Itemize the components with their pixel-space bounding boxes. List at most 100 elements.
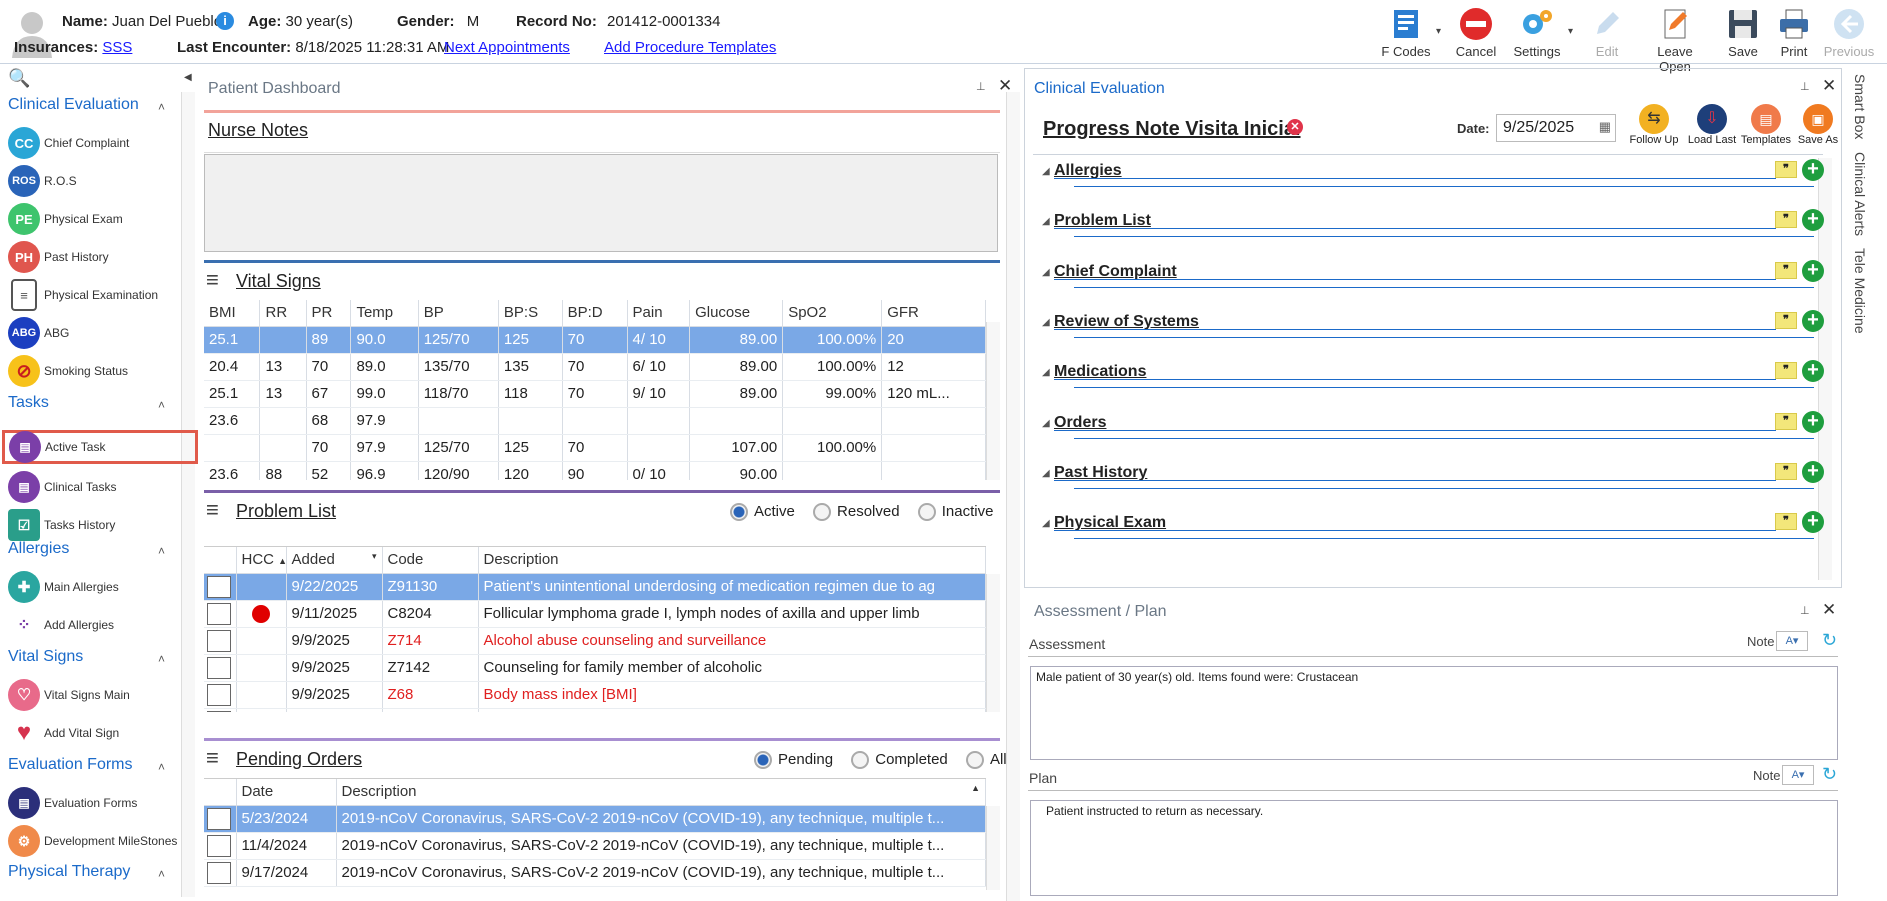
expand-triangle-icon[interactable]: ◢ xyxy=(1042,166,1050,177)
add-circle-icon[interactable]: + xyxy=(1802,209,1824,232)
row-checkbox[interactable] xyxy=(207,656,231,679)
remove-note-icon[interactable]: ✕ xyxy=(1287,119,1303,135)
leave-open-button[interactable]: Leave Open xyxy=(1640,2,1710,74)
expand-triangle-icon[interactable]: ◢ xyxy=(1042,267,1050,278)
templates-button[interactable]: ▤ Templates xyxy=(1736,104,1796,146)
expand-triangle-icon[interactable]: ◢ xyxy=(1042,518,1050,529)
chevron-up-icon[interactable]: ˄ xyxy=(158,100,165,114)
filter-pending-radio[interactable]: Pending xyxy=(754,751,833,770)
quote-icon[interactable]: ❞ xyxy=(1775,161,1797,178)
assessment-format-dropdown[interactable]: A▾ xyxy=(1776,631,1808,651)
dashboard-scrollbar[interactable] xyxy=(1006,92,1020,901)
pin-icon[interactable]: ⊥ xyxy=(976,80,986,93)
sidebar-item-clinical-tasks[interactable]: ▤ Clinical Tasks xyxy=(8,470,198,504)
assessment-textarea[interactable]: Male patient of 30 year(s) old. Items fo… xyxy=(1030,666,1838,760)
table-row[interactable]: 23.6 88 52 96.9 120/90 120 90 0/ 10 90.00 xyxy=(204,461,986,480)
quote-icon[interactable]: ❞ xyxy=(1775,513,1797,531)
section-tasks[interactable]: Tasks xyxy=(8,394,49,412)
hamburger-icon[interactable]: ≡ xyxy=(206,747,219,769)
filter-inactive-radio[interactable]: Inactive xyxy=(917,503,993,522)
row-checkbox[interactable] xyxy=(207,629,231,652)
problem-list-table[interactable]: HCC ▲ Added ▾ Code Description 9/22/2025… xyxy=(204,546,986,712)
filter-all-radio[interactable]: All xyxy=(965,751,1007,770)
table-row[interactable]: 5/23/2024 2019-nCoV Coronavirus, SARS-CoV… xyxy=(204,805,986,833)
row-checkbox[interactable] xyxy=(207,575,231,598)
vitals-column-header[interactable]: Temp xyxy=(350,300,419,327)
clinical-section-medications[interactable]: ◢ Medications ❞ + xyxy=(1040,359,1828,409)
pending-orders-table[interactable]: Date Description ▲ 5/23/2024 2019-nCoV Cor… xyxy=(204,778,986,890)
expand-triangle-icon[interactable]: ◢ xyxy=(1042,367,1050,378)
problem-scrollbar[interactable] xyxy=(986,574,1000,712)
expand-triangle-icon[interactable]: ◢ xyxy=(1042,418,1050,429)
fcodes-button[interactable]: F Codes xyxy=(1371,2,1441,62)
add-procedure-templates-link[interactable]: Add Procedure Templates xyxy=(604,39,776,56)
sidebar-item-add-vital-sign[interactable]: ♥ Add Vital Sign xyxy=(8,716,198,750)
follow-up-button[interactable]: ⇆ Follow Up xyxy=(1624,104,1684,146)
add-circle-icon[interactable]: + xyxy=(1802,360,1824,383)
plan-textarea[interactable]: Patient instructed to return as necessar… xyxy=(1030,800,1838,896)
tab-smart-box[interactable]: Smart Box xyxy=(1852,74,1868,139)
expand-triangle-icon[interactable]: ◢ xyxy=(1042,317,1050,328)
row-checkbox[interactable] xyxy=(207,683,231,706)
table-row[interactable]: 9/11/2025 C8204 Follicular lymphoma grade … xyxy=(204,600,986,628)
add-circle-icon[interactable]: + xyxy=(1802,511,1824,534)
table-row[interactable]: 9/9/2025 Z7142 Counseling for family membe… xyxy=(204,654,986,682)
sidebar-item-ros[interactable]: ROS R.O.S xyxy=(8,164,198,198)
insurance-link[interactable]: SSS xyxy=(102,39,132,56)
row-checkbox[interactable] xyxy=(207,602,231,625)
vitals-scrollbar[interactable] xyxy=(986,322,1000,480)
section-clinical-evaluation[interactable]: Clinical Evaluation xyxy=(8,96,139,114)
hamburger-icon[interactable]: ≡ xyxy=(206,499,219,521)
quote-icon[interactable]: ❞ xyxy=(1775,261,1797,279)
refresh-icon[interactable]: ↻ xyxy=(1822,630,1837,651)
add-circle-icon[interactable]: + xyxy=(1802,460,1824,483)
sidebar-item-evaluation-forms[interactable]: ▤ Evaluation Forms xyxy=(8,786,198,820)
add-circle-icon[interactable]: + xyxy=(1802,410,1824,433)
order-description-column-header[interactable]: Description ▲ xyxy=(336,779,986,806)
orders-scrollbar[interactable] xyxy=(986,806,1000,890)
quote-icon[interactable]: ❞ xyxy=(1775,311,1797,329)
clinical-section-problem-list[interactable]: ◢ Problem List ❞ + xyxy=(1040,208,1828,258)
filter-resolved-radio[interactable]: Resolved xyxy=(813,503,900,522)
tab-tele-medicine[interactable]: Tele Medicine xyxy=(1852,248,1868,334)
sidebar-item-physical-exam[interactable]: PE Physical Exam xyxy=(8,202,198,236)
description-column-header[interactable]: Description xyxy=(478,547,986,574)
sidebar-item-tasks-history[interactable]: ☑ Tasks History xyxy=(8,508,198,542)
info-icon[interactable]: i xyxy=(216,12,234,30)
row-checkbox[interactable] xyxy=(207,834,231,857)
section-vital-signs[interactable]: Vital Signs xyxy=(8,648,83,666)
cancel-button[interactable]: Cancel xyxy=(1441,2,1511,62)
section-allergies[interactable]: Allergies xyxy=(8,540,69,558)
clinical-section-orders[interactable]: ◢ Orders ❞ + xyxy=(1040,410,1828,460)
sidebar-item-chief-complaint[interactable]: CC Chief Complaint xyxy=(8,126,198,160)
plan-format-dropdown[interactable]: A▾ xyxy=(1782,765,1814,785)
table-row[interactable]: 9/9/2025 Z68 Body mass index [BMI] xyxy=(204,681,986,709)
vitals-table[interactable]: BMI RR PR Temp BP BP:S BP:D Pain Glucose SpO2 GFR … xyxy=(204,300,986,480)
sidebar-item-physical-examination[interactable]: ≡ Physical Examination xyxy=(8,278,198,312)
section-physical-therapy[interactable]: Physical Therapy xyxy=(8,863,130,881)
close-icon[interactable]: ✕ xyxy=(1822,600,1836,620)
vitals-column-header[interactable]: BP:D xyxy=(562,300,628,327)
sidebar-item-past-history[interactable]: PH Past History xyxy=(8,240,198,274)
add-circle-icon[interactable]: + xyxy=(1802,259,1824,282)
edit-button[interactable]: Edit xyxy=(1572,2,1642,62)
chevron-up-icon[interactable]: ˄ xyxy=(158,867,165,881)
row-checkbox[interactable] xyxy=(207,710,231,712)
vitals-column-header[interactable]: SpO2 xyxy=(782,300,883,327)
previous-button[interactable]: Previous xyxy=(1814,2,1884,62)
table-row[interactable]: 23.6 68 97.9 xyxy=(204,407,986,435)
add-circle-icon[interactable]: + xyxy=(1802,159,1824,181)
quote-icon[interactable]: ❞ xyxy=(1775,412,1797,430)
next-appointments-link[interactable]: Next Appointments xyxy=(444,39,570,56)
chevron-up-icon[interactable]: ˄ xyxy=(158,398,165,412)
table-row[interactable]: 9/4/2025R509"Fever unspecified" xyxy=(204,708,986,712)
vitals-column-header[interactable]: Pain xyxy=(627,300,691,327)
expand-triangle-icon[interactable]: ◢ xyxy=(1042,468,1050,479)
sidebar-item-vital-signs-main[interactable]: ♡ Vital Signs Main xyxy=(8,678,198,712)
filter-active-radio[interactable]: Active xyxy=(730,503,795,522)
nurse-notes-textarea[interactable] xyxy=(204,154,998,252)
save-as-button[interactable]: ▣ Save As xyxy=(1788,104,1848,146)
table-row[interactable]: 20.4 13 70 89.0 135/70 135 70 6/ 10 89.00 100.00%… xyxy=(204,353,986,381)
load-last-button[interactable]: ⇩ Load Last xyxy=(1682,104,1742,146)
sidebar-item-development-milestones[interactable]: ⚙ Development MileStones xyxy=(8,824,198,858)
